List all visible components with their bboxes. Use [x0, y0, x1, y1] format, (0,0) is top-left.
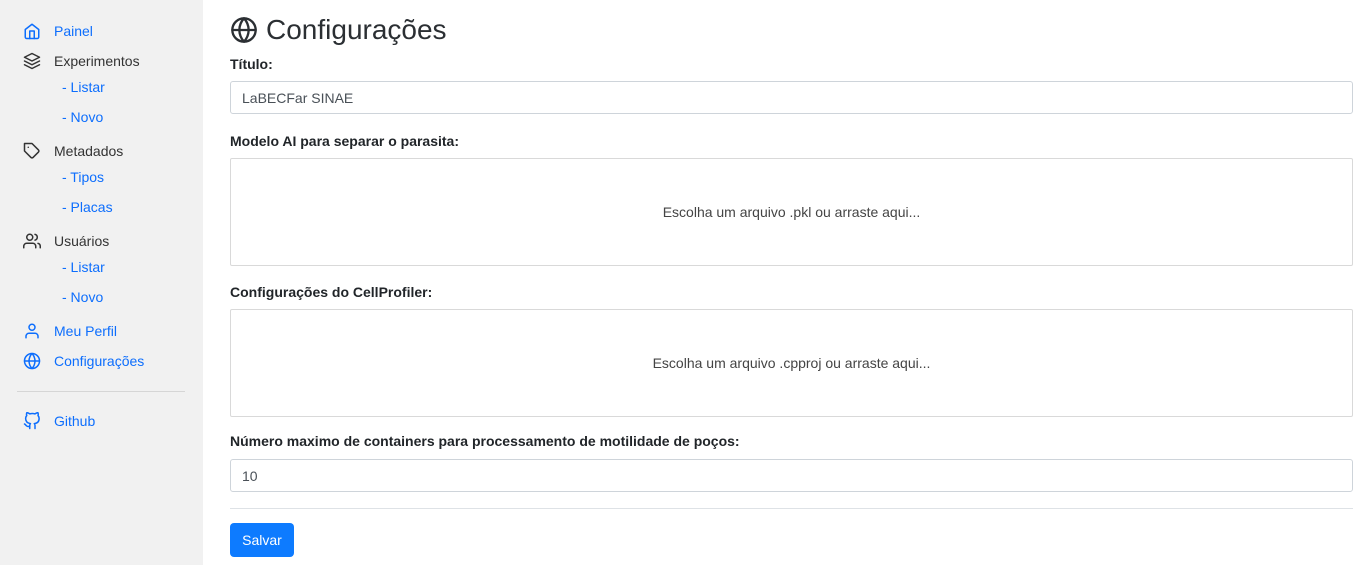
- sidebar-item-label: Experimentos: [54, 53, 140, 69]
- users-icon: [22, 231, 42, 251]
- sidebar-subitem-usuarios-listar[interactable]: - Listar: [62, 259, 105, 275]
- sidebar-item-usuarios[interactable]: Usuários: [22, 231, 109, 251]
- cellprofiler-dropzone[interactable]: Escolha um arquivo .cpproj ou arraste aq…: [230, 309, 1353, 417]
- modelo-dropzone-text: Escolha um arquivo .pkl ou arraste aqui.…: [662, 204, 921, 220]
- user-icon: [22, 321, 42, 341]
- page-title: Configurações: [230, 12, 447, 48]
- titulo-label: Título:: [230, 56, 273, 72]
- globe-icon: [230, 16, 258, 44]
- sidebar-item-label: Github: [54, 413, 96, 429]
- sidebar-item-label: Usuários: [54, 233, 110, 249]
- containers-input[interactable]: [230, 459, 1353, 492]
- modelo-dropzone[interactable]: Escolha um arquivo .pkl ou arraste aqui.…: [230, 158, 1353, 266]
- sidebar-item-experimentos[interactable]: Experimentos: [22, 51, 140, 71]
- sidebar-item-configuracoes[interactable]: Configurações: [22, 351, 144, 371]
- sidebar-item-label: Metadados: [54, 143, 124, 159]
- layers-icon: [22, 51, 42, 71]
- sidebar-divider: [17, 391, 185, 392]
- sidebar-subitem-metadados-tipos[interactable]: - Tipos: [62, 169, 104, 185]
- sidebar-item-label: Painel: [54, 23, 93, 39]
- home-icon: [22, 21, 42, 41]
- sidebar-item-metadados[interactable]: Metadados: [22, 141, 123, 161]
- titulo-input[interactable]: [230, 81, 1353, 114]
- divider: [230, 508, 1353, 509]
- sidebar-item-label: Meu Perfil: [54, 323, 118, 339]
- page-title-text: Configurações: [266, 14, 447, 45]
- sidebar: Painel Experimentos - Listar - Novo Meta…: [0, 0, 203, 565]
- containers-label: Número maximo de containers para process…: [230, 433, 740, 449]
- sidebar-subitem-usuarios-novo[interactable]: - Novo: [62, 289, 103, 305]
- cellprofiler-label: Configurações do CellProfiler:: [230, 284, 433, 300]
- sidebar-item-github[interactable]: Github: [22, 411, 95, 431]
- sidebar-subitem-metadados-placas[interactable]: - Placas: [62, 199, 113, 215]
- sidebar-item-meu-perfil[interactable]: Meu Perfil: [22, 321, 117, 341]
- modelo-label: Modelo AI para separar o parasita:: [230, 133, 459, 149]
- sidebar-item-painel[interactable]: Painel: [22, 21, 93, 41]
- tag-icon: [22, 141, 42, 161]
- sidebar-item-label: Configurações: [54, 353, 145, 369]
- sidebar-subitem-experimentos-novo[interactable]: - Novo: [62, 109, 103, 125]
- globe-icon: [22, 351, 42, 371]
- save-button[interactable]: Salvar: [230, 523, 294, 557]
- sidebar-subitem-experimentos-listar[interactable]: - Listar: [62, 79, 105, 95]
- cellprofiler-dropzone-text: Escolha um arquivo .cpproj ou arraste aq…: [652, 355, 931, 371]
- github-icon: [22, 411, 42, 431]
